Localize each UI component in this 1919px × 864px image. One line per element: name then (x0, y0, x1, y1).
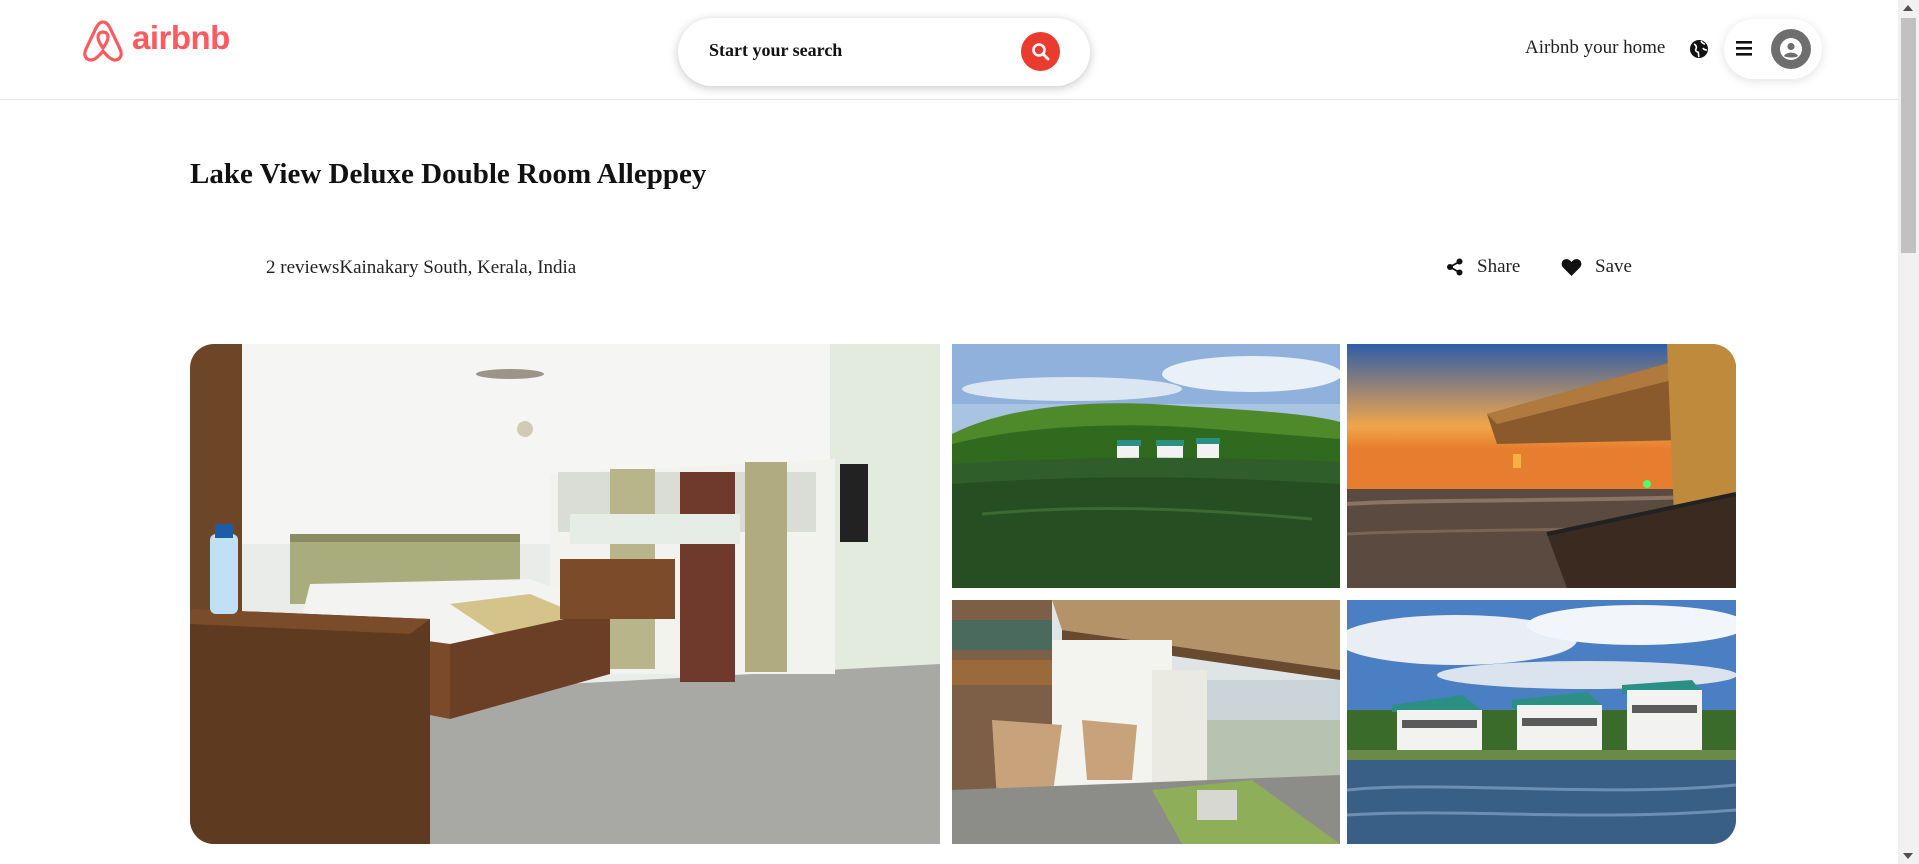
listing-meta: 2 reviewsKainakary South, Kerala, India (266, 257, 576, 279)
scrollbar-thumb[interactable] (1901, 18, 1916, 253)
search-icon (1031, 42, 1049, 60)
veranda-image (952, 600, 1340, 844)
photo-sunset-deck[interactable] (1347, 344, 1736, 588)
resort-exterior-image (1347, 600, 1736, 844)
globe-icon[interactable] (1688, 38, 1710, 60)
reviews-link[interactable]: 2 reviews (266, 257, 339, 278)
user-menu-button[interactable] (1724, 19, 1822, 79)
scroll-down-arrow-icon[interactable] (1903, 853, 1913, 859)
location-link[interactable]: Kainakary South, Kerala, India (339, 257, 576, 278)
user-avatar (1771, 29, 1811, 69)
photo-lake-aerial[interactable] (952, 344, 1340, 588)
share-button[interactable]: Share (1446, 256, 1520, 278)
user-avatar-icon (1780, 38, 1802, 60)
photo-resort-exterior[interactable] (1347, 600, 1736, 844)
heart-icon (1561, 258, 1582, 276)
airbnb-logo[interactable]: airbnb (80, 18, 230, 64)
photo-gallery (190, 344, 1736, 844)
brand-name: airbnb (132, 19, 230, 56)
save-label: Save (1595, 256, 1632, 277)
photo-bedroom[interactable] (190, 344, 940, 844)
share-label: Share (1477, 256, 1521, 277)
airbnb-your-home-link[interactable]: Airbnb your home (1525, 37, 1665, 59)
bedroom-image (190, 344, 940, 844)
lake-aerial-image (952, 344, 1340, 588)
share-icon (1447, 258, 1463, 276)
photo-veranda[interactable] (952, 600, 1340, 844)
airbnb-logo-icon (83, 20, 123, 62)
search-placeholder: Start your search (709, 40, 843, 60)
search-bar[interactable]: Start your search (678, 18, 1090, 86)
vertical-scrollbar[interactable] (1898, 0, 1919, 864)
top-navigation-bar: airbnb Start your search Airbnb your hom… (0, 0, 1898, 100)
save-button[interactable]: Save (1561, 256, 1632, 278)
search-button[interactable] (1021, 32, 1060, 71)
listing-title: Lake View Deluxe Double Room Alleppey (190, 158, 707, 190)
hamburger-menu-icon (1736, 41, 1752, 56)
scroll-up-arrow-icon[interactable] (1903, 5, 1913, 11)
sunset-deck-image (1347, 344, 1736, 588)
